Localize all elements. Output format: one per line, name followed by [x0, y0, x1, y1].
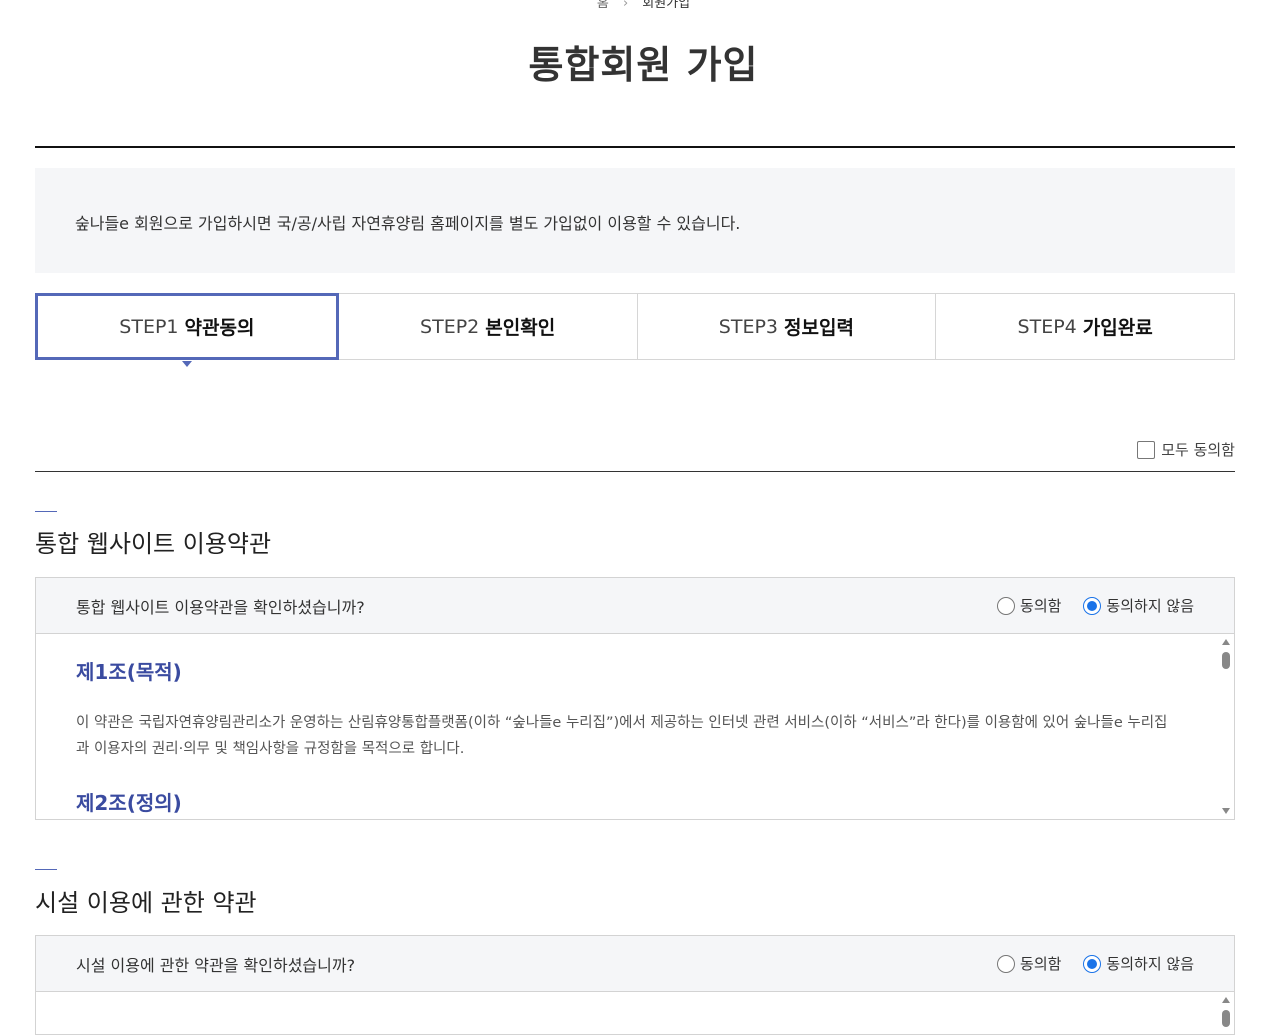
section-marker	[35, 869, 57, 870]
radio-unchecked-icon[interactable]	[997, 954, 1016, 973]
page-title: 통합회원 가입	[528, 43, 759, 87]
terms-box-website: 통합 웹사이트 이용약관을 확인하셨습니까? 동의함 동의하지 않음 제1조(목…	[35, 577, 1235, 820]
step-name: 가입완료	[1082, 317, 1153, 339]
step-name: 정보입력	[784, 317, 854, 339]
radio-checked-icon[interactable]	[1083, 596, 1102, 615]
terms-question: 시설 이용에 관한 약관을 확인하셨습니까?	[76, 955, 356, 975]
agree-all-label: 모두 동의함	[1161, 441, 1235, 459]
step-4-complete: STEP4 가입완료	[935, 293, 1235, 360]
step-2-verification: STEP2 본인확인	[337, 293, 638, 360]
signup-steps: STEP1 약관동의 STEP2 본인확인 STEP3 정보입력 STEP4 가…	[35, 293, 1235, 360]
terms-question-row: 시설 이용에 관한 약관을 확인하셨습니까? 동의함 동의하지 않음	[36, 936, 1234, 992]
terms-radio-group: 동의함 동의하지 않음	[975, 953, 1194, 974]
disagree-radio[interactable]: 동의하지 않음	[1083, 953, 1194, 974]
section-marker	[35, 511, 57, 512]
step-number: STEP4	[1017, 315, 1077, 338]
step-number: STEP3	[718, 315, 779, 338]
article-text: 이 약관은 국립자연휴양림관리소가 운영하는 산림휴양통합플랫폼(이하 “숲나들…	[76, 715, 1168, 757]
radio-unchecked-icon[interactable]	[997, 596, 1016, 615]
disagree-radio-label: 동의하지 않음	[1106, 955, 1194, 973]
title-divider	[35, 146, 1235, 148]
terms-question: 통합 웹사이트 이용약관을 확인하셨습니까?	[76, 597, 365, 617]
agree-radio[interactable]: 동의함	[997, 953, 1061, 974]
terms-content[interactable]: 제1조(목적) 이 약관은 국립자연휴양림관리소가 운영하는 산림휴양통합플랫폼…	[36, 634, 1234, 819]
step-1-terms: STEP1 약관동의	[35, 293, 339, 360]
article-title: 제1조(목적)	[76, 660, 182, 684]
article-title: 제2조(정의)	[76, 791, 182, 815]
terms-content[interactable]	[36, 992, 1234, 1036]
terms-scrollbar[interactable]	[1218, 992, 1234, 1036]
scroll-up-arrow-icon[interactable]	[1222, 639, 1230, 645]
step-number: STEP2	[420, 315, 480, 338]
breadcrumb-separator-icon: ›	[622, 0, 629, 8]
step-name: 본인확인	[485, 317, 556, 339]
scroll-up-arrow-icon[interactable]	[1222, 997, 1230, 1003]
disagree-radio-label: 동의하지 않음	[1106, 597, 1194, 615]
signup-notice: 숲나들e 회원으로 가입하시면 국/공/사립 자연휴양림 홈페이지를 별도 가입…	[35, 168, 1235, 273]
scroll-thumb[interactable]	[1222, 652, 1230, 669]
radio-checked-icon[interactable]	[1083, 954, 1102, 973]
checkbox-icon[interactable]	[1137, 440, 1156, 459]
breadcrumb-current[interactable]: 회원가입	[642, 0, 690, 8]
section-title-facility-terms: 시설 이용에 관한 약관	[35, 889, 257, 917]
scroll-thumb[interactable]	[1222, 1010, 1230, 1027]
terms-radio-group: 동의함 동의하지 않음	[975, 595, 1194, 616]
agree-all-checkbox[interactable]: 모두 동의함	[1137, 439, 1235, 460]
scroll-down-arrow-icon[interactable]	[1222, 808, 1230, 814]
step-3-information: STEP3 정보입력	[636, 293, 937, 360]
disagree-radio[interactable]: 동의하지 않음	[1083, 595, 1194, 616]
agree-divider	[35, 471, 1235, 472]
step-name: 약관동의	[184, 317, 255, 339]
step-number: STEP1	[119, 315, 179, 338]
agree-radio[interactable]: 동의함	[997, 595, 1061, 616]
agree-radio-label: 동의함	[1020, 955, 1062, 973]
breadcrumb-home[interactable]: 홈	[597, 0, 609, 8]
section-title-website-terms: 통합 웹사이트 이용약관	[35, 530, 272, 558]
terms-scrollbar[interactable]	[1218, 634, 1234, 819]
agree-radio-label: 동의함	[1020, 597, 1062, 615]
terms-box-facility: 시설 이용에 관한 약관을 확인하셨습니까? 동의함 동의하지 않음	[35, 935, 1235, 1035]
terms-question-row: 통합 웹사이트 이용약관을 확인하셨습니까? 동의함 동의하지 않음	[36, 578, 1234, 634]
breadcrumb: 홈 › 회원가입	[0, 0, 1287, 8]
